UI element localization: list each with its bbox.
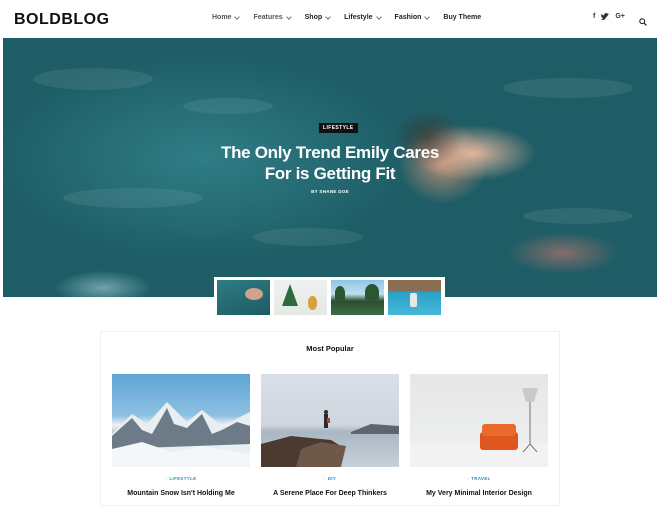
hero-title[interactable]: The Only Trend Emily Cares For is Gettin… <box>3 142 657 184</box>
hero-category-badge[interactable]: LIFESTYLE <box>319 123 358 133</box>
hero-title-line: The Only Trend Emily Cares <box>221 143 439 162</box>
nav-item-features[interactable]: Features <box>253 13 292 21</box>
hero-title-line: For is Getting Fit <box>264 164 396 183</box>
nav-item-label: Lifestyle <box>344 14 373 21</box>
chevron-down-icon <box>424 13 431 20</box>
palm-shape <box>335 286 345 300</box>
card-category-label: LIFESTYLE <box>169 476 197 481</box>
social-links: f G+ <box>593 13 625 22</box>
thumbnail-pool-woman[interactable] <box>217 280 270 315</box>
google-plus-icon[interactable]: G+ <box>615 13 625 22</box>
card-image[interactable] <box>112 374 250 467</box>
chevron-down-icon <box>285 13 292 20</box>
category-dot-icon: ▫ <box>467 476 470 481</box>
thumbnail-pool[interactable] <box>388 280 441 315</box>
thumbnail-plant[interactable] <box>274 280 327 315</box>
facebook-icon[interactable]: f <box>593 13 595 22</box>
hero-image[interactable]: LIFESTYLE The Only Trend Emily Cares For… <box>3 38 657 297</box>
palm-shape <box>365 284 379 300</box>
chevron-down-icon <box>234 13 241 20</box>
popular-card: ▫ LIFESTYLE Mountain Snow Isn't Holding M… <box>112 374 250 497</box>
nav-item-lifestyle[interactable]: Lifestyle <box>344 13 382 21</box>
card-title[interactable]: My Very Minimal Interior Design <box>410 490 548 497</box>
thumbnail-beach[interactable] <box>331 280 384 315</box>
card-title[interactable]: Mountain Snow Isn't Holding Me <box>112 490 250 497</box>
nav-item-fashion[interactable]: Fashion <box>394 13 431 21</box>
card-title[interactable]: A Serene Place For Deep Thinkers <box>261 490 399 497</box>
section-title: Most Popular <box>306 344 354 353</box>
nav-item-buy-theme[interactable]: Buy Theme <box>443 14 481 21</box>
nav-item-label: Shop <box>304 14 323 21</box>
card-image[interactable] <box>410 374 548 467</box>
main-nav: Home Features Shop Lifestyle Fashion Buy… <box>212 13 495 21</box>
hero-thumbnails <box>214 277 445 318</box>
nav-item-label: Home <box>212 14 232 21</box>
hero-author[interactable]: BY SHANE DOE <box>3 189 657 194</box>
twitter-icon[interactable] <box>601 13 610 22</box>
category-dot-icon: ▫ <box>165 476 168 481</box>
popular-card: ▫ DIY A Serene Place For Deep Thinkers <box>261 374 399 497</box>
pineapple-shape <box>308 296 317 310</box>
card-category[interactable]: ▫ TRAVEL <box>410 476 548 481</box>
card-category-label: TRAVEL <box>471 476 491 481</box>
nav-item-shop[interactable]: Shop <box>304 13 331 21</box>
site-header: BOLDBLOG Home Features Shop Lifestyle Fa… <box>0 0 660 38</box>
card-category[interactable]: ▫ LIFESTYLE <box>112 476 250 481</box>
nav-item-label: Features <box>253 14 283 21</box>
plant-shape <box>282 284 298 306</box>
popular-card: ▫ TRAVEL My Very Minimal Interior Design <box>410 374 548 497</box>
nav-item-home[interactable]: Home <box>212 13 241 21</box>
card-image[interactable] <box>261 374 399 467</box>
card-category-label: DIY <box>327 476 337 481</box>
hero-content: LIFESTYLE The Only Trend Emily Cares For… <box>3 38 657 297</box>
search-icon[interactable] <box>639 13 647 26</box>
category-dot-icon: ▫ <box>323 476 326 481</box>
site-logo[interactable]: BOLDBLOG <box>14 11 110 29</box>
thumbnail-subject <box>245 288 263 300</box>
chevron-down-icon <box>325 13 331 20</box>
nav-item-label: Buy Theme <box>443 14 482 21</box>
person-shape <box>410 293 417 307</box>
chevron-down-icon <box>375 13 382 20</box>
card-category[interactable]: ▫ DIY <box>261 476 399 481</box>
nav-item-label: Fashion <box>394 14 422 21</box>
